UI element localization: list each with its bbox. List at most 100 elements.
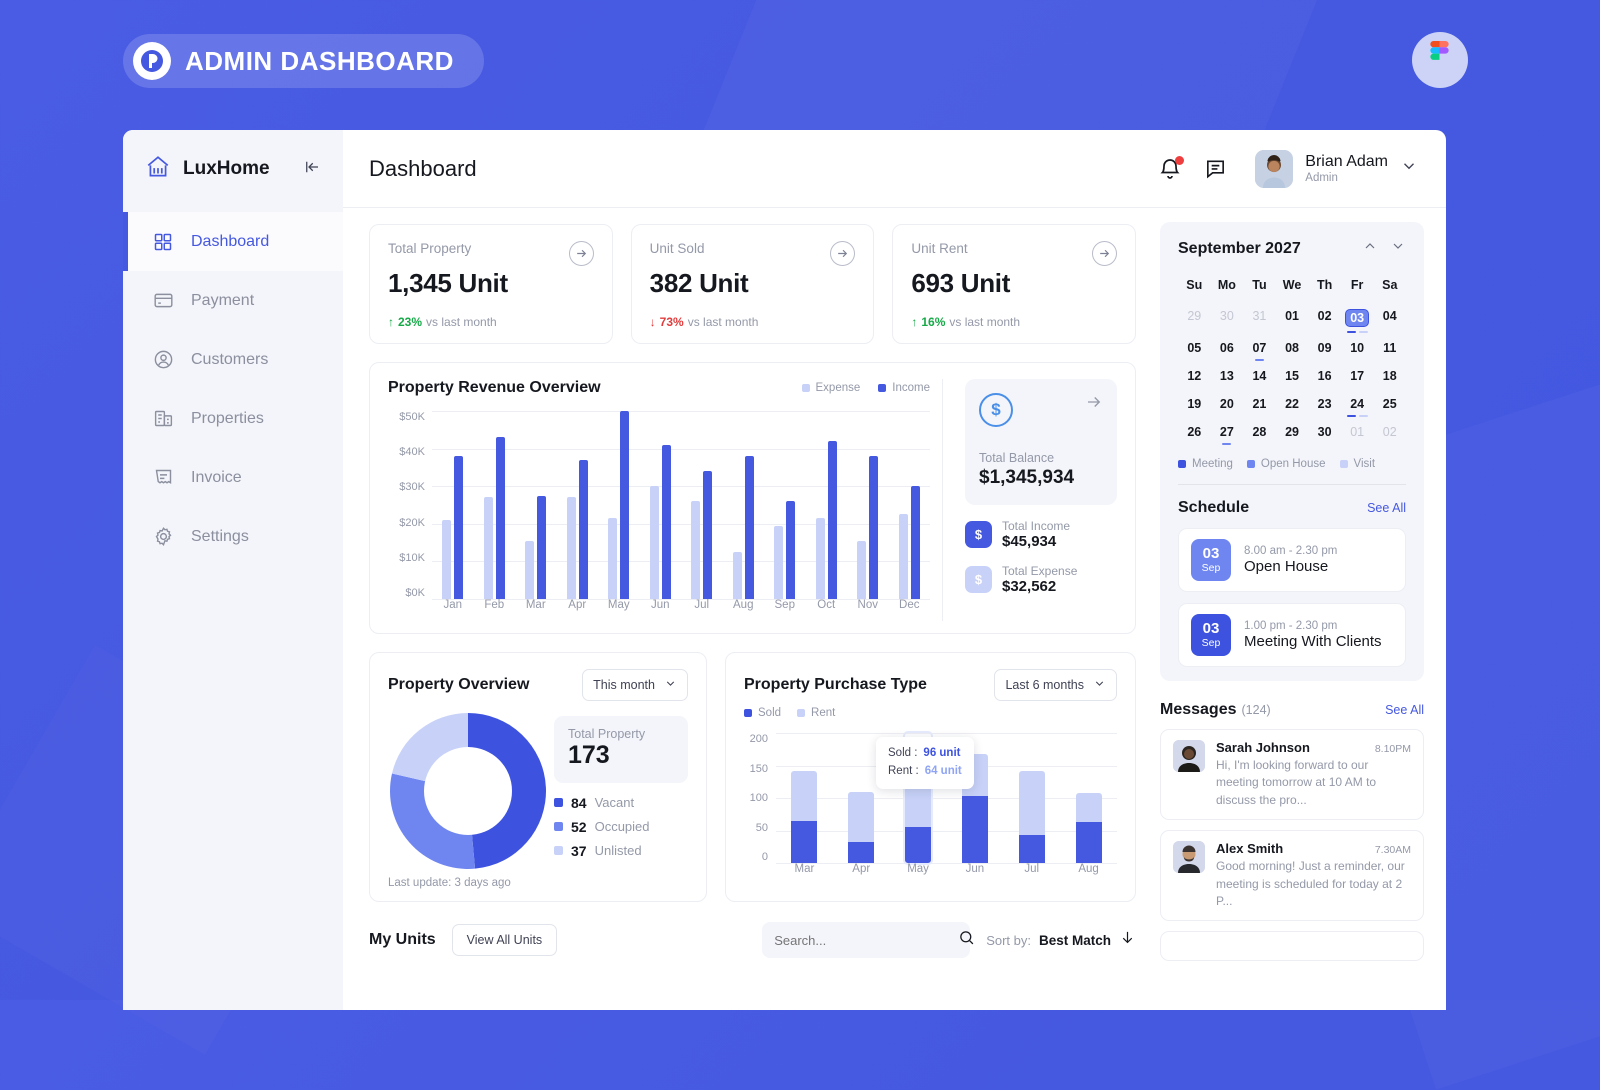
schedule-see-all[interactable]: See All [1367,501,1406,515]
y-tick: 50 [744,822,768,834]
x-tick: May [598,599,640,621]
calendar-day[interactable]: 18 [1373,362,1406,390]
sidebar-item-settings[interactable]: Settings [123,507,343,566]
calendar-day[interactable]: 13 [1211,362,1244,390]
calendar-day[interactable]: 30 [1211,302,1244,334]
search-input[interactable] [774,933,950,948]
legend-swatch [554,822,563,831]
calendar-day[interactable]: 27 [1211,418,1244,446]
total-income-label: Total Income [1002,519,1070,533]
arrow-right-icon[interactable] [1092,241,1117,266]
messages-see-all[interactable]: See All [1385,703,1424,717]
calendar-day[interactable]: 02 [1373,418,1406,446]
search-box[interactable] [762,922,970,958]
calendar-day[interactable]: 21 [1243,390,1276,418]
sidebar-item-payment[interactable]: Payment [123,271,343,330]
arrow-right-icon[interactable] [1085,393,1103,416]
purchase-type-title: Property Purchase Type [744,676,994,694]
user-profile[interactable]: Brian Adam Admin [1255,150,1418,188]
calendar-day[interactable]: 16 [1308,362,1341,390]
legend-swatch [554,846,563,855]
this-month-selector[interactable]: This month [582,669,688,701]
last-6-months-selector[interactable]: Last 6 months [994,669,1117,701]
calendar-day[interactable]: 06 [1211,334,1244,362]
calendar-day[interactable]: 22 [1276,390,1309,418]
stacked-bar[interactable] [791,733,817,863]
calendar-day[interactable]: 29 [1276,418,1309,446]
calendar-day[interactable]: 20 [1211,390,1244,418]
calendar-day[interactable]: 01 [1341,418,1374,446]
calendar-day-number: 30 [1318,425,1332,439]
calendar-week-row: 05060708091011 [1178,334,1406,362]
bar [662,445,671,599]
calendar-day[interactable]: 28 [1243,418,1276,446]
message-sender: Alex Smith [1216,841,1375,856]
stacked-bar[interactable] [1076,733,1102,863]
bar-segment-sold [905,827,931,863]
calendar-day-number: 23 [1318,397,1332,411]
legend-swatch [878,384,886,392]
sidebar-item-invoice[interactable]: Invoice [123,448,343,507]
calendar-day[interactable]: 01 [1276,302,1309,334]
page-title: Dashboard [369,156,1158,182]
message-card[interactable]: Sarah Johnson8.10PMHi, I'm looking forwa… [1160,729,1424,820]
bar [911,486,920,599]
calendar-day[interactable]: 11 [1373,334,1406,362]
calendar-dow: Th [1308,271,1341,302]
collapse-left-icon[interactable] [303,158,321,181]
message-sender: Sarah Johnson [1216,740,1375,755]
schedule-item[interactable]: 03Sep8.00 am - 2.30 pmOpen House [1178,528,1406,592]
calendar-day-number: 14 [1252,369,1266,383]
my-units-bar: My Units View All Units Sort by: Best Ma… [369,922,1136,958]
sort-control[interactable]: Sort by: Best Match [986,929,1136,951]
stat-value: 1,345 Unit [388,268,594,299]
chevron-down-icon[interactable] [1390,238,1406,259]
total-property-value: 173 [568,741,674,770]
chat-icon[interactable] [1204,157,1227,180]
calendar-day-number: 20 [1220,397,1234,411]
bar-group [557,411,599,599]
sidebar-item-dashboard[interactable]: Dashboard [123,212,343,271]
calendar-day[interactable]: 08 [1276,334,1309,362]
calendar-day[interactable]: 12 [1178,362,1211,390]
calendar-day[interactable]: 24 [1341,390,1374,418]
calendar-day[interactable]: 09 [1308,334,1341,362]
calendar-day[interactable]: 14 [1243,362,1276,390]
calendar-day[interactable]: 10 [1341,334,1374,362]
sidebar-item-customers[interactable]: Customers [123,330,343,389]
calendar-day[interactable]: 15 [1276,362,1309,390]
calendar-day-number: 27 [1220,425,1234,439]
divider [1178,484,1406,485]
search-icon[interactable] [958,929,975,951]
legend-count: 52 [571,819,587,835]
stacked-bar[interactable] [848,733,874,863]
message-card[interactable]: Alex Smith7.30AMGood morning! Just a rem… [1160,830,1424,921]
calendar-day[interactable]: 05 [1178,334,1211,362]
view-all-units-button[interactable]: View All Units [452,924,558,956]
bell-icon[interactable] [1158,157,1182,181]
calendar-day[interactable]: 23 [1308,390,1341,418]
calendar-day[interactable]: 07 [1243,334,1276,362]
sidebar-item-properties[interactable]: Properties [123,389,343,448]
stacked-bar[interactable] [1019,733,1045,863]
schedule-item[interactable]: 03Sep1.00 pm - 2.30 pmMeeting With Clien… [1178,603,1406,667]
messages-title: Messages(124) [1160,701,1385,719]
calendar-day[interactable]: 31 [1243,302,1276,334]
calendar-day[interactable]: 17 [1341,362,1374,390]
calendar-day[interactable]: 29 [1178,302,1211,334]
calendar-day[interactable]: 19 [1178,390,1211,418]
chevron-up-icon[interactable] [1362,238,1378,259]
expense-coin-icon: $ [965,566,992,593]
calendar-day[interactable]: 25 [1373,390,1406,418]
arrow-down-icon[interactable] [1119,929,1136,951]
calendar-day[interactable]: 04 [1373,302,1406,334]
bar-group [806,411,848,599]
arrow-right-icon[interactable] [569,241,594,266]
calendar-day[interactable]: 03 [1341,302,1374,334]
calendar-day[interactable]: 30 [1308,418,1341,446]
calendar-day[interactable]: 02 [1308,302,1341,334]
calendar-day[interactable]: 26 [1178,418,1211,446]
arrow-right-icon[interactable] [830,241,855,266]
message-card[interactable] [1160,931,1424,961]
chevron-down-icon[interactable] [1400,157,1418,180]
